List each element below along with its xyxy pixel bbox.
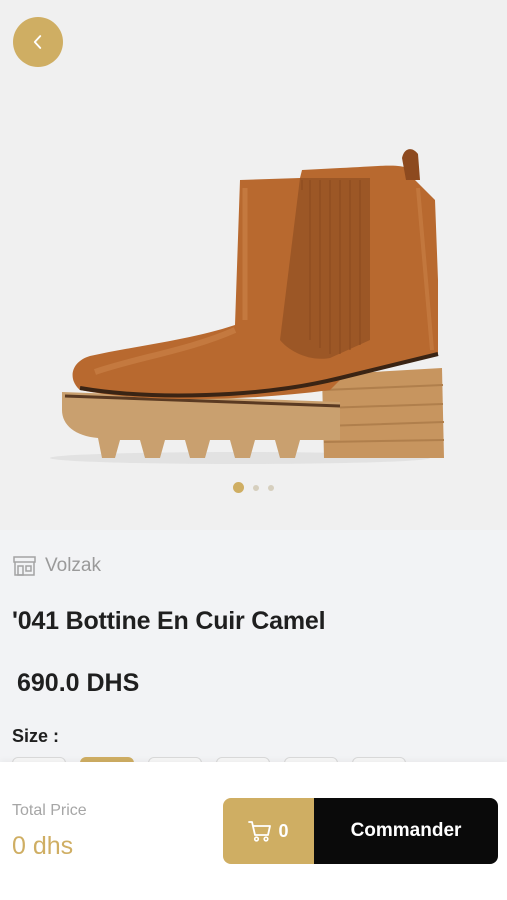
total-price-value: 0 dhs	[12, 832, 74, 860]
store-link[interactable]: Volzak	[12, 555, 101, 577]
cart-count: 0	[278, 820, 289, 841]
product-title: '041 Bottine En Cuir Camel	[12, 607, 326, 635]
product-gallery[interactable]	[0, 0, 507, 530]
store-name[interactable]: Volzak	[45, 555, 101, 577]
product-info: Volzak '041 Bottine En Cuir Camel 690.0 …	[0, 530, 507, 799]
size-label: Size :	[12, 726, 60, 746]
gallery-dot[interactable]	[253, 484, 259, 491]
product-image	[50, 149, 445, 464]
cart-icon	[248, 821, 272, 842]
checkout-bar: Total Price 0 dhs 0 Commander	[0, 762, 507, 900]
gallery-pagination	[0, 482, 507, 493]
cart-button[interactable]: 0	[223, 798, 314, 864]
total-price-label: Total Price	[12, 802, 87, 819]
chevron-left-icon	[33, 35, 42, 49]
store-icon	[12, 555, 37, 577]
product-price: 690.0 DHS	[17, 669, 140, 697]
order-button[interactable]: Commander	[314, 798, 498, 864]
back-button[interactable]	[13, 17, 63, 67]
product-detail-screen: Volzak '041 Bottine En Cuir Camel 690.0 …	[0, 0, 507, 900]
gallery-dot[interactable]	[268, 484, 274, 491]
gallery-dot-active[interactable]	[233, 482, 244, 493]
